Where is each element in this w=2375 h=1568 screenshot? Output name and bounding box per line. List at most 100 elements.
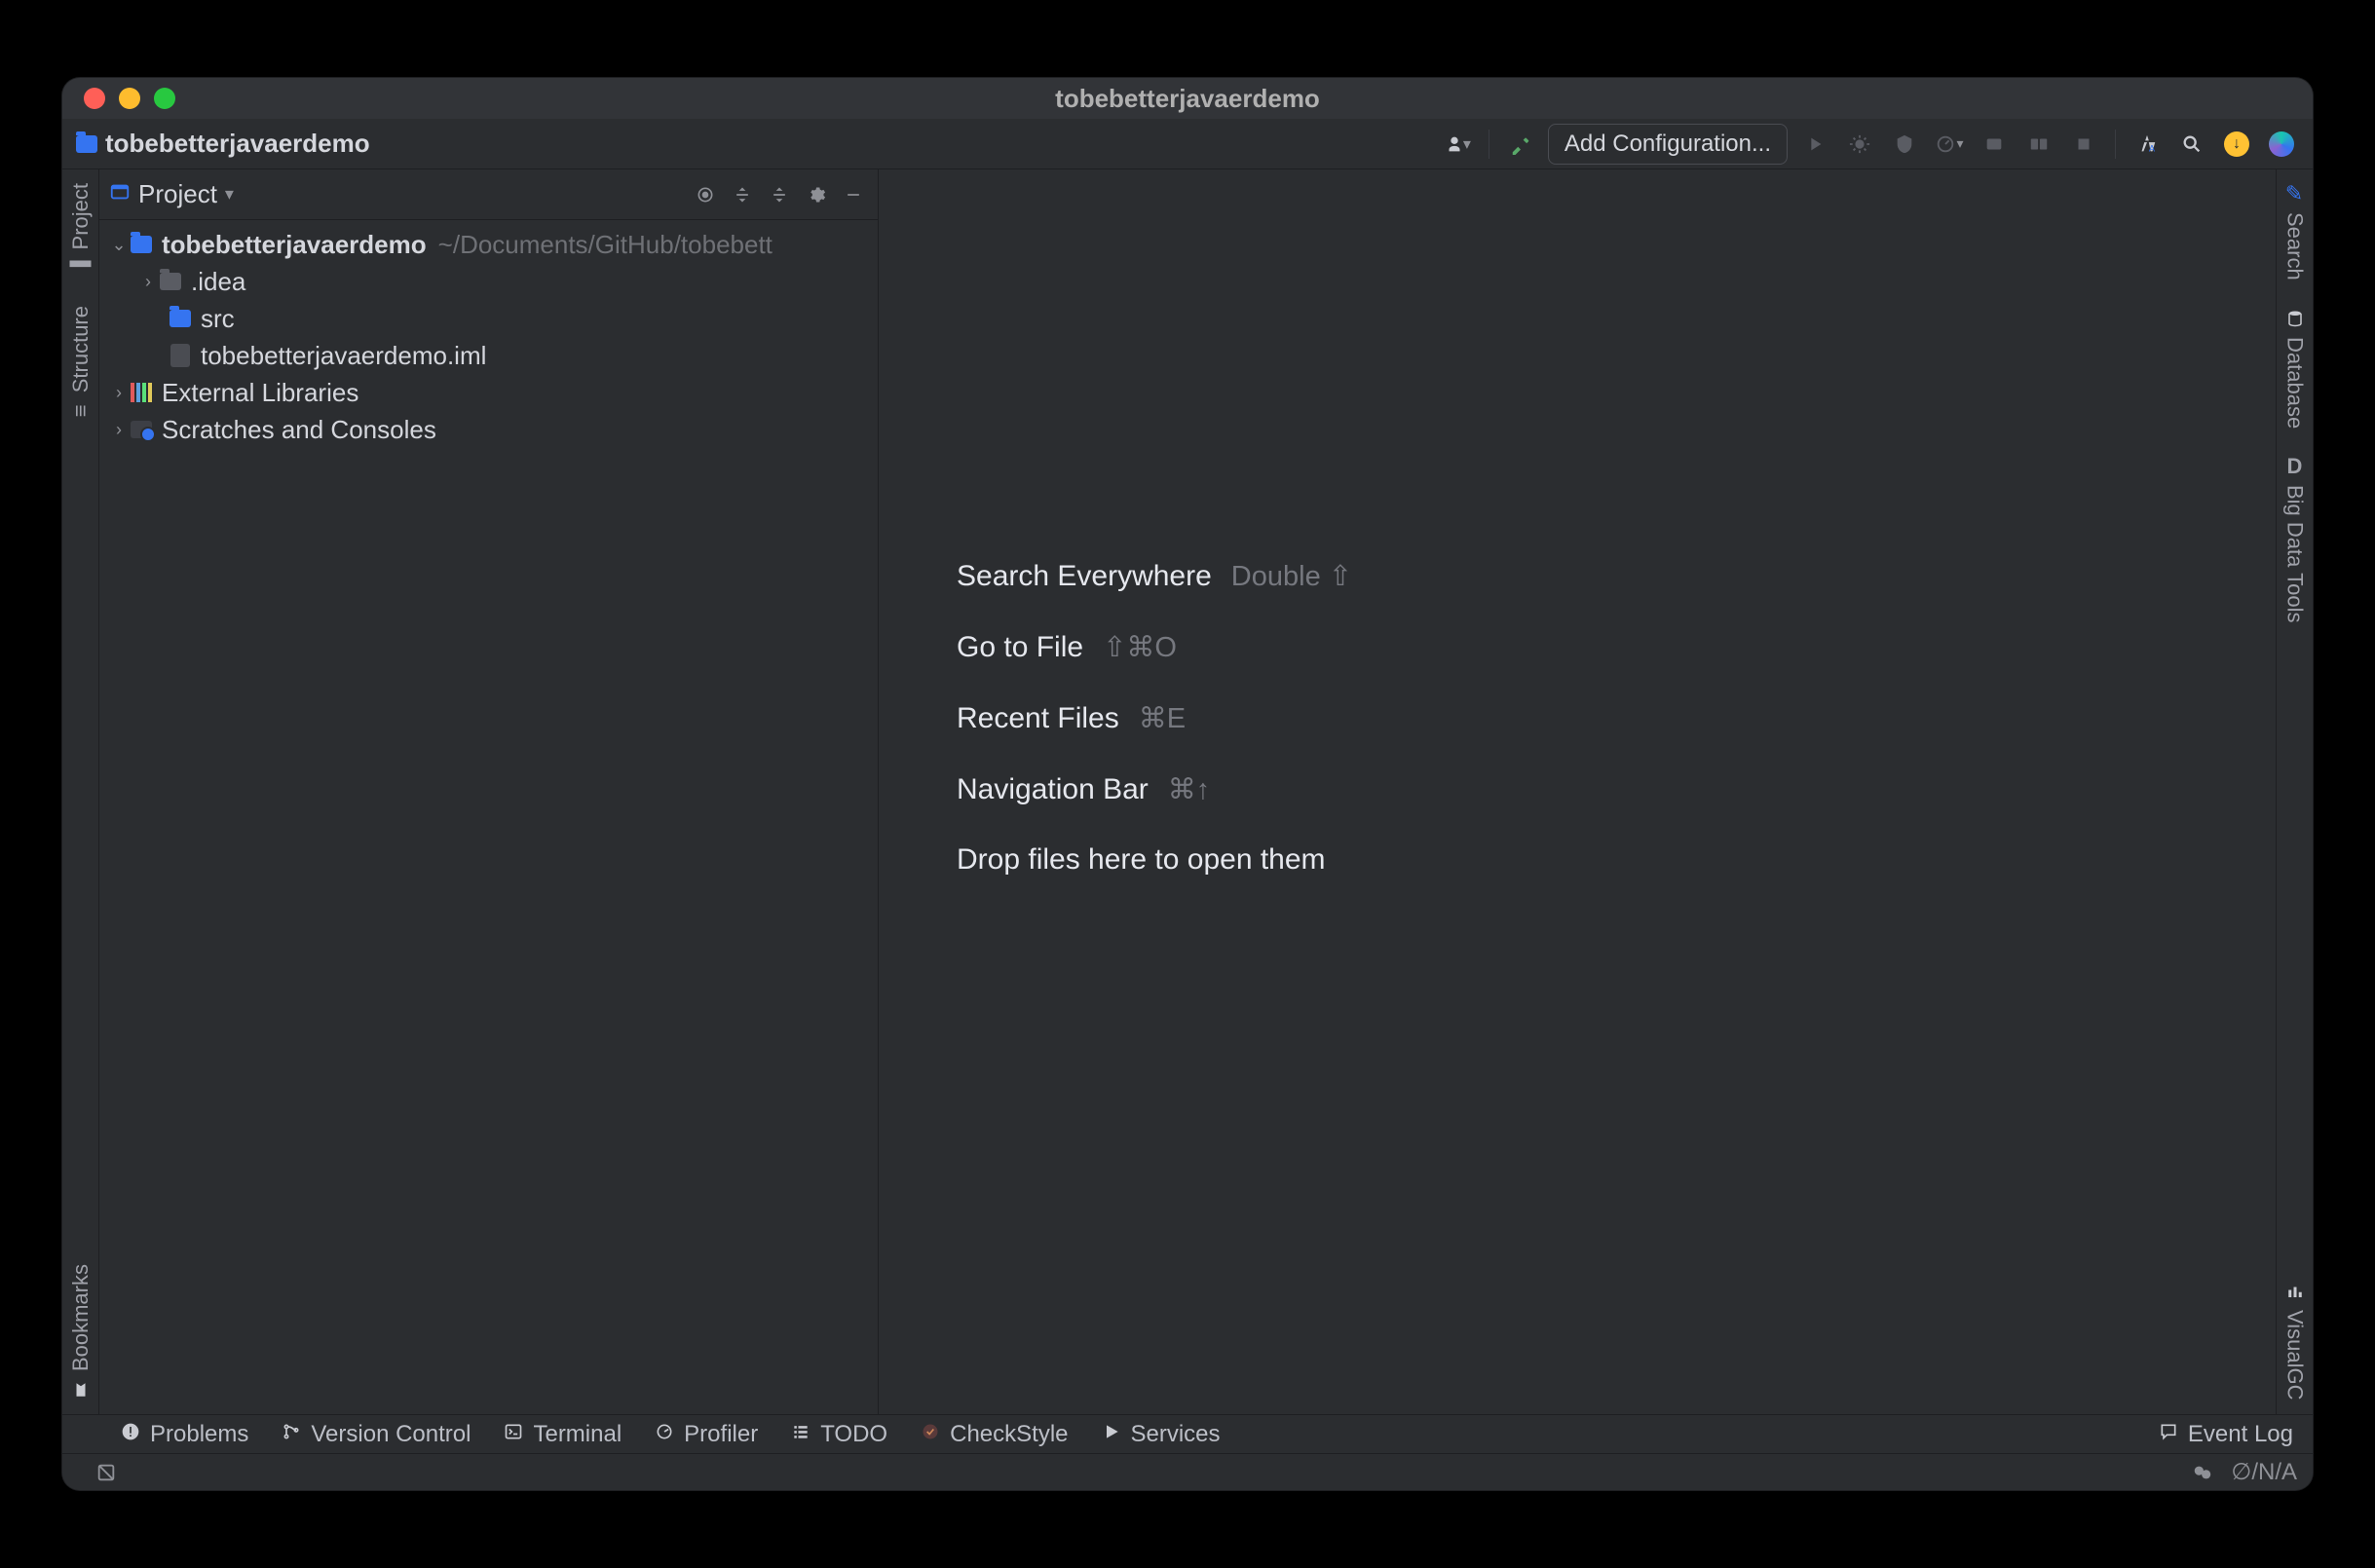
scratches-icon <box>129 421 154 438</box>
gear-icon[interactable] <box>802 180 831 209</box>
tool-windows-toggle-icon[interactable] <box>95 1462 117 1483</box>
hint-recent-files: Recent Files ⌘E <box>957 701 2276 735</box>
status-na-label: ∅/N/A <box>2231 1458 2297 1486</box>
hide-icon[interactable] <box>839 180 868 209</box>
profiler-label: Profiler <box>684 1421 758 1448</box>
ide-window: tobebetterjavaerdemo tobebetterjavaerdem… <box>62 78 2313 1490</box>
tree-item-idea[interactable]: › .idea <box>99 263 878 300</box>
hint-search-everywhere: Search Everywhere Double ⇧ <box>957 559 2276 593</box>
chevron-down-icon[interactable]: ▾ <box>225 184 234 205</box>
hint-shortcut: ⇧⌘O <box>1103 630 1177 664</box>
attach-alt-icon[interactable] <box>2021 127 2056 162</box>
project-view-label[interactable]: Project <box>138 179 217 209</box>
search-tab-label: Search <box>2282 212 2308 280</box>
breadcrumb[interactable]: tobebetterjavaerdemo <box>76 129 370 159</box>
left-tool-rail: ▬ Project ≡ Structure Bookmarks <box>62 169 99 1414</box>
project-tool-window: Project ▾ <box>99 169 879 1414</box>
profiler-tab[interactable]: Profiler <box>655 1421 758 1448</box>
structure-icon: ≡ <box>70 401 92 423</box>
visualgc-tab-label: VisualGC <box>2282 1310 2308 1400</box>
services-label: Services <box>1131 1421 1221 1448</box>
select-opened-icon[interactable] <box>691 180 720 209</box>
structure-tab[interactable]: ≡ Structure <box>68 292 94 435</box>
checkstyle-label: CheckStyle <box>950 1421 1068 1448</box>
project-tab-label: Project <box>68 183 94 249</box>
right-tool-rail: ✎ Search Database D Big Data Tools Visua… <box>2276 169 2313 1414</box>
tree-item-iml[interactable]: tobebetterjavaerdemo.iml <box>99 337 878 374</box>
warning-icon <box>121 1421 140 1448</box>
translate-icon[interactable]: A <box>2130 127 2165 162</box>
status-na[interactable]: ∅/N/A <box>2231 1458 2297 1486</box>
database-tab[interactable]: Database <box>2282 294 2308 442</box>
build-hammer-icon[interactable] <box>1503 127 1538 162</box>
chevron-right-icon[interactable]: › <box>109 420 129 440</box>
problems-tab[interactable]: Problems <box>121 1421 248 1448</box>
services-tab[interactable]: Services <box>1102 1421 1221 1448</box>
big-data-tab[interactable]: D Big Data Tools <box>2282 442 2308 636</box>
database-tab-label: Database <box>2282 337 2308 429</box>
visualgc-icon <box>2284 1281 2306 1302</box>
update-available-icon[interactable] <box>2219 127 2254 162</box>
attach-icon[interactable] <box>1977 127 2012 162</box>
hint-shortcut: ⌘↑ <box>1168 772 1211 806</box>
hint-action: Search Everywhere <box>957 560 1212 593</box>
checkstyle-icon <box>921 1421 940 1448</box>
tree-root[interactable]: ⌄ tobebetterjavaerdemo ~/Documents/GitHu… <box>99 226 878 263</box>
bottom-tool-bar: Problems Version Control Terminal Profil… <box>62 1414 2313 1453</box>
chevron-down-icon[interactable]: ⌄ <box>109 235 129 255</box>
chevron-right-icon[interactable]: › <box>109 383 129 403</box>
bookmark-icon <box>70 1379 92 1400</box>
problems-label: Problems <box>150 1421 248 1448</box>
project-tab[interactable]: ▬ Project <box>68 169 94 292</box>
iml-file-icon <box>168 344 193 367</box>
services-icon <box>1102 1421 1121 1448</box>
tree-scratches[interactable]: › Scratches and Consoles <box>99 411 878 448</box>
tree-external-libraries[interactable]: › External Libraries <box>99 374 878 411</box>
stop-icon[interactable] <box>2066 127 2101 162</box>
coverage-icon[interactable] <box>1887 127 1922 162</box>
big-data-icon: D <box>2284 456 2306 477</box>
bookmarks-tab[interactable]: Bookmarks <box>68 1251 94 1414</box>
hint-action: Recent Files <box>957 702 1119 735</box>
run-icon[interactable] <box>1797 127 1832 162</box>
separator <box>2115 130 2116 159</box>
todo-label: TODO <box>820 1421 887 1448</box>
svg-text:A: A <box>2149 143 2156 153</box>
tree-item-label: tobebetterjavaerdemo.iml <box>201 341 486 371</box>
code-with-me-icon[interactable]: ▾ <box>1440 127 1475 162</box>
terminal-tab[interactable]: Terminal <box>504 1421 622 1448</box>
folder-icon <box>158 273 183 290</box>
database-icon <box>2284 308 2306 329</box>
terminal-icon <box>504 1421 523 1448</box>
version-control-tab[interactable]: Version Control <box>282 1421 471 1448</box>
editor-empty-state[interactable]: Search Everywhere Double ⇧ Go to File ⇧⌘… <box>879 169 2276 1414</box>
chevron-right-icon[interactable]: › <box>138 272 158 292</box>
profile-icon[interactable]: ▾ <box>1932 127 1967 162</box>
expand-all-icon[interactable] <box>728 180 757 209</box>
breadcrumb-project-name: tobebetterjavaerdemo <box>105 129 370 159</box>
search-icon[interactable] <box>2174 127 2209 162</box>
background-tasks-icon[interactable] <box>2192 1462 2213 1483</box>
window-title: tobebetterjavaerdemo <box>62 84 2313 114</box>
toolbox-icon[interactable] <box>2264 127 2299 162</box>
speech-bubble-icon <box>2159 1421 2178 1448</box>
search-tab[interactable]: ✎ Search <box>2282 169 2308 294</box>
event-log-tab[interactable]: Event Log <box>2159 1421 2293 1448</box>
project-tree[interactable]: ⌄ tobebetterjavaerdemo ~/Documents/GitHu… <box>99 220 878 454</box>
collapse-all-icon[interactable] <box>765 180 794 209</box>
hint-drop-files: Drop files here to open them <box>957 843 2276 877</box>
titlebar: tobebetterjavaerdemo <box>62 78 2313 119</box>
hint-shortcut: Double ⇧ <box>1231 559 1352 593</box>
tree-item-src[interactable]: src <box>99 300 878 337</box>
checkstyle-tab[interactable]: CheckStyle <box>921 1421 1068 1448</box>
branch-icon <box>282 1421 301 1448</box>
debug-icon[interactable] <box>1842 127 1877 162</box>
run-config-selector[interactable]: Add Configuration... <box>1548 124 1788 165</box>
project-folder-icon <box>76 135 97 153</box>
todo-tab[interactable]: TODO <box>791 1421 887 1448</box>
hint-action: Navigation Bar <box>957 773 1149 806</box>
tree-root-path: ~/Documents/GitHub/tobebett <box>438 230 773 260</box>
status-bar: ∅/N/A <box>62 1453 2313 1490</box>
visualgc-tab[interactable]: VisualGC <box>2282 1267 2308 1414</box>
tree-item-label: src <box>201 304 235 334</box>
